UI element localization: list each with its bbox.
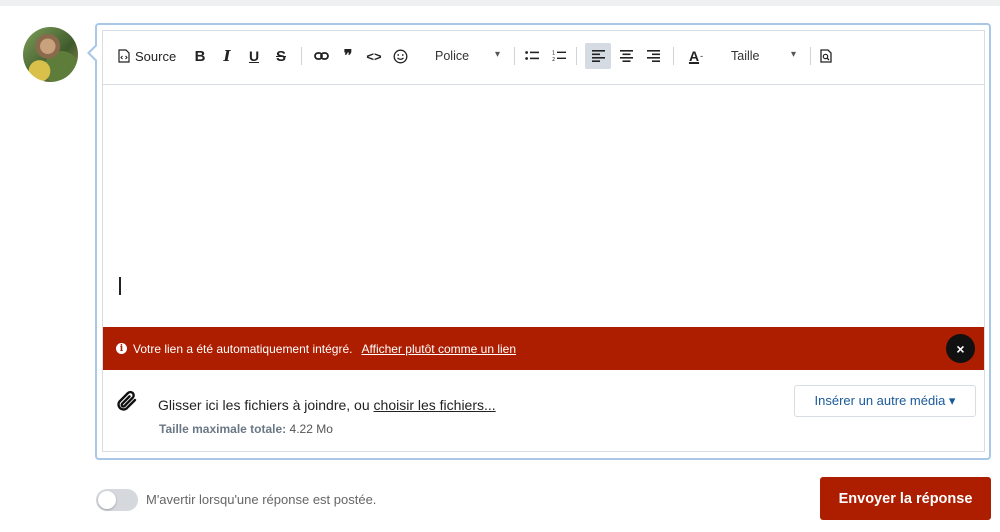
strikethrough-button[interactable]: S xyxy=(275,43,287,69)
source-icon xyxy=(118,49,130,63)
size-limit-label: Taille maximale totale: xyxy=(159,422,287,436)
source-label: Source xyxy=(135,48,177,64)
editor-inner: Source B I U S ❞ <> Police ▾ 1 2 A - Tai… xyxy=(102,30,985,452)
numbered-list-icon: 12 xyxy=(552,50,566,62)
bold-button[interactable]: B xyxy=(193,43,207,69)
toolbar-separator xyxy=(673,47,674,65)
align-right-icon xyxy=(646,50,660,62)
editor-content-area[interactable] xyxy=(103,86,984,326)
numbered-list-button[interactable]: 12 xyxy=(551,43,567,69)
attach-prefix: Glisser ici les fichiers à joindre, ou xyxy=(158,397,370,413)
attach-size-limit: Taille maximale totale: 4.22 Mo xyxy=(159,422,333,436)
toolbar-separator xyxy=(576,47,577,65)
smiley-icon xyxy=(393,49,408,64)
link-button[interactable] xyxy=(313,43,329,69)
emoji-button[interactable] xyxy=(392,43,408,69)
close-icon[interactable]: × xyxy=(946,334,975,363)
reply-editor: Source B I U S ❞ <> Police ▾ 1 2 A - Tai… xyxy=(95,23,991,460)
notify-toggle[interactable] xyxy=(96,489,138,511)
choose-files-link[interactable]: choisir les fichiers... xyxy=(374,397,496,413)
size-dropdown[interactable]: Taille xyxy=(731,49,760,63)
notify-label: M'avertir lorsqu'une réponse est postée. xyxy=(146,492,377,507)
underline-button[interactable]: U xyxy=(248,43,260,69)
preview-button[interactable] xyxy=(819,43,833,69)
attach-instructions: Glisser ici les fichiers à joindre, ou c… xyxy=(158,397,496,413)
align-center-button[interactable] xyxy=(618,43,634,69)
link-icon xyxy=(313,51,329,61)
show-as-link-link[interactable]: Afficher plutôt comme un lien xyxy=(361,342,516,356)
alert-message: Votre lien a été automatiquement intégré… xyxy=(133,341,353,356)
embed-notice-alert: i Votre lien a été automatiquement intég… xyxy=(103,327,984,370)
preview-icon xyxy=(820,49,832,63)
font-dropdown[interactable]: Police xyxy=(435,49,469,63)
toolbar-separator xyxy=(514,47,515,65)
align-center-icon xyxy=(619,50,633,62)
insert-media-button[interactable]: Insérer un autre média ▾ xyxy=(794,385,976,417)
svg-text:2: 2 xyxy=(552,57,555,62)
code-button[interactable]: <> xyxy=(365,43,383,69)
align-right-button[interactable] xyxy=(645,43,661,69)
submit-reply-button[interactable]: Envoyer la réponse xyxy=(820,477,991,520)
chevron-down-icon: ▾ xyxy=(495,49,501,60)
editor-toolbar: Source B I U S ❞ <> Police ▾ 1 2 A - Tai… xyxy=(103,31,984,85)
font-color-button[interactable]: A - xyxy=(683,43,709,69)
quote-icon: ❞ xyxy=(343,48,353,65)
toolbar-separator xyxy=(301,47,302,65)
bullet-list-button[interactable] xyxy=(524,43,540,69)
top-strip xyxy=(0,0,1000,6)
size-limit-value: 4.22 Mo xyxy=(289,422,333,436)
quote-button[interactable]: ❞ xyxy=(339,43,357,69)
align-left-button[interactable] xyxy=(585,43,611,69)
toolbar-separator xyxy=(810,47,811,65)
code-icon: <> xyxy=(366,48,382,64)
toggle-knob xyxy=(98,491,116,509)
avatar xyxy=(23,27,78,82)
paperclip-icon xyxy=(115,388,141,419)
info-icon: i xyxy=(116,343,127,354)
editor-pointer-fill xyxy=(90,46,97,60)
font-color-icon: A - xyxy=(688,48,704,64)
svg-text:1: 1 xyxy=(552,51,555,57)
align-left-icon xyxy=(591,50,605,62)
italic-button[interactable]: I xyxy=(221,43,233,69)
bullet-list-icon xyxy=(525,50,539,62)
attachments-area: Glisser ici les fichiers à joindre, ou c… xyxy=(103,370,984,452)
text-cursor xyxy=(119,277,121,295)
source-button[interactable]: Source xyxy=(118,43,176,69)
chevron-down-icon: ▾ xyxy=(791,49,797,60)
